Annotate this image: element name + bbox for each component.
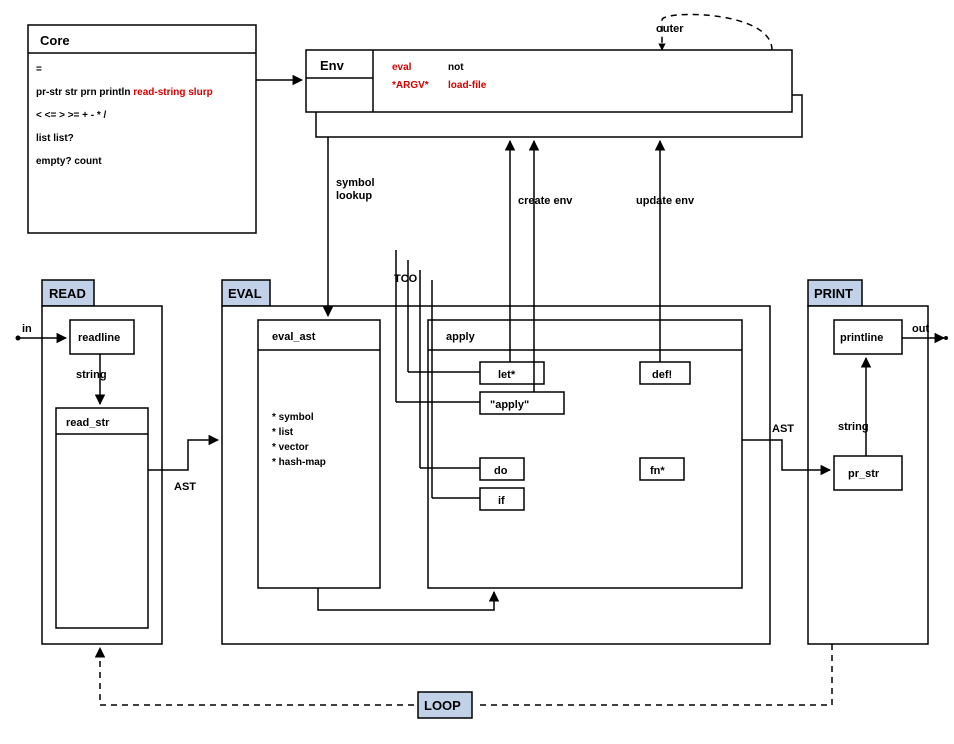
loop-left (100, 648, 414, 705)
print-title: PRINT (814, 286, 853, 301)
core-l2: pr-str str prn println read-string slurp (36, 87, 213, 98)
pr-str-label: pr_str (848, 468, 880, 480)
evalast-b3: * vector (272, 442, 309, 453)
outer-label: outer (656, 23, 684, 35)
read-title: READ (49, 286, 86, 301)
env-title: Env (320, 58, 345, 73)
ast2-label: AST (772, 423, 794, 435)
fn-label: fn* (650, 465, 665, 477)
core-l3: < <= > >= + - * / (36, 110, 107, 121)
apply-label: apply (446, 331, 476, 343)
read-str-box (56, 408, 148, 628)
update-env-label: update env (636, 195, 695, 207)
env-argv: *ARGV* (392, 80, 429, 91)
out-label: out (912, 323, 929, 335)
print-stage: PRINT printline pr_str (808, 280, 928, 644)
readline-label: readline (78, 332, 120, 344)
symbol-lookup-label: symbollookup (336, 177, 375, 202)
eval-stage: EVAL eval_ast * symbol * list * vector *… (222, 280, 770, 644)
read-str-label: read_str (66, 417, 110, 429)
env-loadfile: load-file (448, 80, 487, 91)
read-stage: READ readline read_str (42, 280, 162, 644)
apply-box (428, 320, 742, 588)
env-box: Env eval *ARGV* not load-file (306, 50, 802, 137)
loop-box: LOOP (418, 692, 472, 718)
applyq-label: "apply" (490, 399, 529, 411)
eval-title: EVAL (228, 286, 262, 301)
loop-title: LOOP (424, 698, 461, 713)
core-l5: empty? count (36, 156, 102, 167)
evalast-b1: * symbol (272, 412, 314, 423)
core-l1: = (36, 64, 42, 75)
in-label: in (22, 323, 32, 335)
loop-right (476, 644, 832, 705)
let-label: let* (498, 369, 516, 381)
evalast-b4: * hash-map (272, 457, 326, 468)
if-label: if (498, 495, 505, 507)
do-label: do (494, 465, 508, 477)
def-label: def! (652, 369, 672, 381)
tco-label: TCO (394, 273, 418, 285)
eval-ast-label: eval_ast (272, 331, 316, 343)
print-string-label: string (838, 421, 869, 433)
core-title: Core (40, 33, 70, 48)
eval-ast-box (258, 320, 380, 588)
env-eval: eval (392, 62, 412, 73)
evalast-b2: * list (272, 427, 294, 438)
printline-label: printline (840, 332, 883, 344)
read-string-label: string (76, 369, 107, 381)
create-env-label: create env (518, 195, 573, 207)
core-l4: list list? (36, 133, 74, 144)
core-box: Core = pr-str str prn println read-strin… (28, 25, 256, 233)
ast1-label: AST (174, 481, 196, 493)
env-not: not (448, 62, 464, 73)
